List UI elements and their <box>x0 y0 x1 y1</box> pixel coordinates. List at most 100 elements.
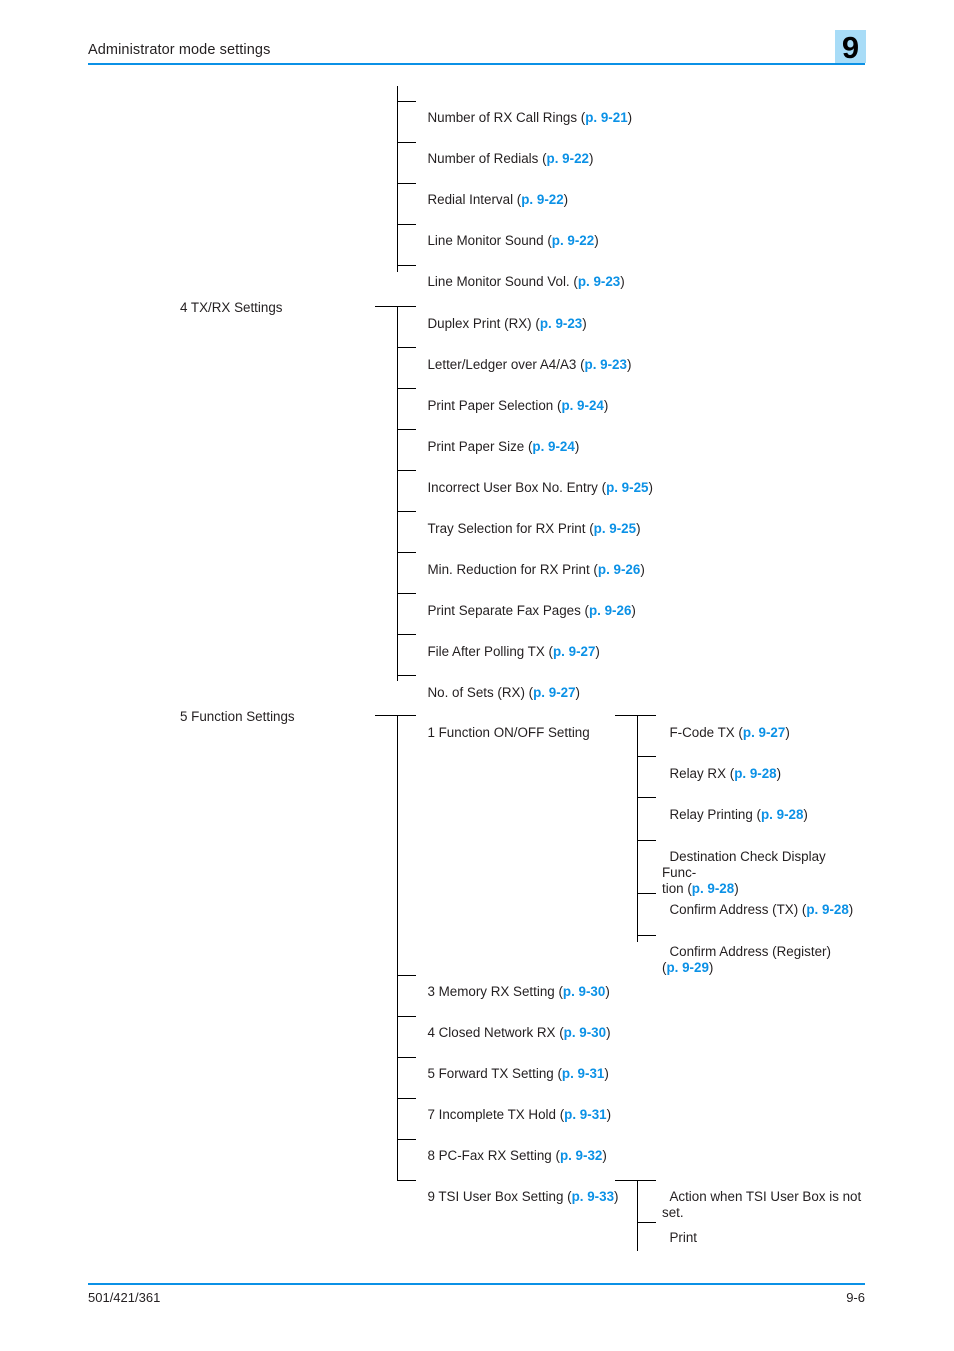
tree-connector <box>397 1180 416 1182</box>
page-reference-link[interactable]: p. 9-21 <box>585 110 627 125</box>
tree-node-label: Number of RX Call Rings <box>427 110 578 125</box>
tree-node-ref-open: ( <box>580 603 589 618</box>
tree-connector <box>397 429 416 431</box>
page-reference-link[interactable]: p. 9-23 <box>540 316 582 331</box>
tree-parent-connector <box>375 715 416 717</box>
page-reference-link[interactable]: p. 9-28 <box>761 807 803 822</box>
tree-node-ref-close: ) <box>631 603 636 618</box>
tree-node-ref-close: ) <box>594 233 599 248</box>
tree-connector <box>397 552 416 554</box>
tree-node-label: Redial Interval <box>427 192 514 207</box>
page-reference-link[interactable]: p. 9-26 <box>598 562 640 577</box>
page-reference-link[interactable]: p. 9-30 <box>564 1025 606 1040</box>
page-reference-link[interactable]: p. 9-32 <box>560 1148 602 1163</box>
page-reference-link[interactable]: p. 9-24 <box>561 398 603 413</box>
tree-node-label: Print <box>669 1230 697 1245</box>
tree-node: 8 PC-Fax RX Setting (p. 9-32) <box>420 1132 655 1164</box>
tree-node: No. of Sets (RX) (p. 9-27) <box>420 669 655 701</box>
tree-node-ref-open: ( <box>543 233 552 248</box>
tree-node-label: Line Monitor Sound <box>427 233 544 248</box>
tree-node-ref-open: ( <box>752 807 761 822</box>
tree-node: Redial Interval (p. 9-22) <box>420 176 655 208</box>
tree-node: Relay Printing (p. 9-28) <box>662 791 872 823</box>
tree-node-ref-open: ( <box>524 685 534 700</box>
tree-node-label: Min. Reduction for RX Print <box>427 562 590 577</box>
page-reference-link[interactable]: p. 9-22 <box>547 151 589 166</box>
tree-trunk-rx-settings <box>397 86 399 272</box>
tree-node-ref-close: ) <box>636 521 641 536</box>
tree-node: 5 Forward TX Setting (p. 9-31) <box>420 1050 655 1082</box>
tree-node-ref-open: ( <box>597 480 607 495</box>
tree-node-label: 9 TSI User Box Setting <box>427 1189 564 1204</box>
tree-node-label: F-Code TX <box>669 725 735 740</box>
tree-connector <box>397 511 416 513</box>
tree-node: Print Paper Selection (p. 9-24) <box>420 382 655 414</box>
tree-node-label: No. of Sets (RX) <box>427 685 525 700</box>
tree-node-label: 1 Function ON/OFF Setting <box>427 725 590 740</box>
tree-node-ref-close: ) <box>602 1148 607 1163</box>
page-reference-link[interactable]: p. 9-23 <box>578 274 620 289</box>
tree-node-ref-open: ( <box>589 562 598 577</box>
tree-node-label: File After Polling TX <box>427 644 545 659</box>
page-reference-link[interactable]: p. 9-23 <box>585 357 627 372</box>
tree-node: File After Polling TX (p. 9-27) <box>420 628 655 660</box>
tree-parent-connector <box>375 306 416 308</box>
tree-parent-connector <box>615 1180 656 1182</box>
page-reference-link[interactable]: p. 9-27 <box>553 644 595 659</box>
tree-node: 4 Closed Network RX (p. 9-30) <box>420 1009 655 1041</box>
tree-node-label: Relay Printing <box>669 807 753 822</box>
tree-connector <box>397 142 416 144</box>
tree-connector <box>637 935 656 937</box>
tree-node: 1 Function ON/OFF Setting <box>420 709 655 741</box>
tree-node-ref-close: ) <box>626 357 632 372</box>
tree-node-ref-close: ) <box>803 807 808 822</box>
tree-connector <box>637 797 656 799</box>
page-reference-link[interactable]: p. 9-31 <box>564 1107 606 1122</box>
tree-node-ref-open: ( <box>569 274 578 289</box>
tree-node-ref-close: ) <box>582 316 587 331</box>
page-reference-link[interactable]: p. 9-27 <box>743 725 785 740</box>
page-reference-link[interactable]: p. 9-29 <box>666 960 708 975</box>
tree-node: Print <box>662 1214 892 1246</box>
tree-node: Confirm Address (TX) (p. 9-28) <box>662 886 872 918</box>
tree-connector <box>637 893 656 895</box>
tree-node-ref-open: ( <box>551 1148 560 1163</box>
tree-node-label: Print Paper Selection <box>427 398 554 413</box>
footer-page-number: 9-6 <box>846 1290 865 1305</box>
tree-connector <box>397 470 416 472</box>
tree-node-ref-close: ) <box>614 1189 619 1204</box>
tree-node-label: Incorrect User Box No. Entry <box>427 480 598 495</box>
tree-node: Print Paper Size (p. 9-24) <box>420 423 655 455</box>
page-reference-link[interactable]: p. 9-24 <box>532 439 574 454</box>
tree-connector <box>397 1057 416 1059</box>
tree-connector <box>397 183 416 185</box>
page-reference-link[interactable]: p. 9-22 <box>552 233 594 248</box>
tree-node-ref-open: ( <box>734 725 743 740</box>
page-reference-link[interactable]: p. 9-22 <box>521 192 563 207</box>
tree-node-ref-close: ) <box>776 766 782 781</box>
tree-node: F-Code TX (p. 9-27) <box>662 709 872 741</box>
tree-node-ref-open: ( <box>563 1189 572 1204</box>
page-reference-link[interactable]: p. 9-25 <box>606 480 648 495</box>
page-reference-link[interactable]: p. 9-33 <box>572 1189 614 1204</box>
tree-node-ref-open: ( <box>555 1025 564 1040</box>
page-reference-link[interactable]: p. 9-28 <box>806 902 848 917</box>
page-reference-link[interactable]: p. 9-27 <box>533 685 575 700</box>
tree-node: Duplex Print (RX) (p. 9-23) <box>420 300 655 332</box>
tree-node-ref-close: ) <box>563 192 569 207</box>
page-reference-link[interactable]: p. 9-28 <box>734 766 776 781</box>
page-reference-link[interactable]: p. 9-30 <box>563 984 605 999</box>
tree-node-ref-open: ( <box>726 766 735 781</box>
page-reference-link[interactable]: p. 9-25 <box>594 521 636 536</box>
tree-node-label: Line Monitor Sound Vol. <box>427 274 570 289</box>
tree-node-ref-open: ( <box>577 110 586 125</box>
tree-connector <box>397 101 416 103</box>
tree-node: Letter/Ledger over A4/A3 (p. 9-23) <box>420 341 655 373</box>
tree-node-label: Tray Selection for RX Print <box>427 521 586 536</box>
tree-connector <box>397 975 416 977</box>
tree-node: Incorrect User Box No. Entry (p. 9-25) <box>420 464 655 496</box>
tree-node-ref-close: ) <box>785 725 790 740</box>
page-reference-link[interactable]: p. 9-31 <box>562 1066 604 1081</box>
tree-parent-node-function-settings: 5 Function Settings <box>180 709 295 724</box>
page-reference-link[interactable]: p. 9-26 <box>589 603 631 618</box>
